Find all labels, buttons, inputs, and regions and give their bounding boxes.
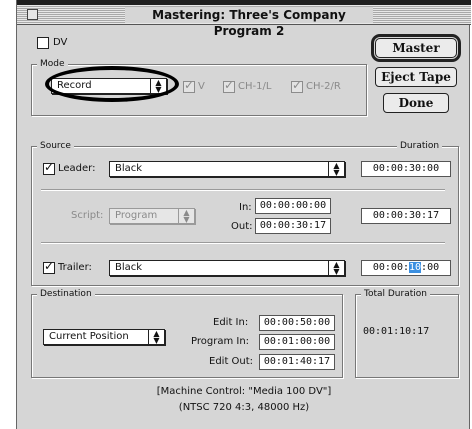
- dv-checkbox[interactable]: [37, 37, 49, 49]
- mode-group-title: Mode: [37, 59, 68, 69]
- master-button[interactable]: Master: [371, 34, 461, 62]
- annotation-ellipse: [45, 66, 179, 102]
- script-label: Script:: [71, 210, 104, 221]
- divider: [41, 242, 445, 244]
- leader-popup-value: Black: [115, 163, 143, 174]
- edit-in-label: Edit In:: [213, 317, 249, 328]
- program-in-field[interactable]: 00:01:00:00: [259, 334, 335, 350]
- out-point-field[interactable]: 00:00:30:17: [255, 218, 331, 234]
- channel-v-label: V: [198, 81, 205, 92]
- in-label: In:: [239, 202, 252, 213]
- destination-group-title: Destination: [37, 289, 95, 299]
- machine-control-text: [Machine Control: "Media 100 DV"]: [156, 386, 332, 397]
- popup-arrows-icon: ▲ ▼: [328, 162, 344, 177]
- leader-popup[interactable]: Black ▲ ▼: [109, 161, 345, 177]
- dv-label: DV: [53, 37, 68, 48]
- in-point-field[interactable]: 00:00:00:00: [255, 198, 331, 214]
- trailer-label: Trailer:: [58, 262, 92, 273]
- script-popup-value: Program: [115, 210, 158, 221]
- trailer-checkbox[interactable]: [43, 259, 55, 274]
- done-button[interactable]: Done: [383, 93, 449, 113]
- edit-out-field[interactable]: 00:01:40:17: [259, 354, 335, 370]
- close-box-icon[interactable]: [27, 9, 38, 20]
- total-duration-title: Total Duration: [361, 289, 430, 299]
- divider: [41, 189, 445, 191]
- edit-out-label: Edit Out:: [209, 356, 254, 367]
- trailer-popup[interactable]: Black ▲ ▼: [109, 260, 345, 276]
- trailer-popup-value: Black: [115, 262, 143, 273]
- edit-in-field[interactable]: 00:00:50:00: [259, 315, 335, 331]
- window-title: Mastering: Three's Company Program 2: [125, 7, 373, 38]
- out-label: Out:: [231, 221, 253, 232]
- trailer-duration-prefix: 00:00:: [372, 262, 409, 273]
- channel-1-label: CH-1/L: [238, 81, 272, 92]
- title-bar[interactable]: Mastering: Three's Company Program 2: [17, 5, 471, 38]
- popup-arrows-icon: ▲ ▼: [148, 330, 164, 345]
- popup-arrows-icon: ▲ ▼: [328, 261, 344, 276]
- format-text: (NTSC 720 4:3, 48000 Hz): [178, 402, 310, 413]
- script-popup[interactable]: Program ▲ ▼: [109, 208, 195, 224]
- eject-tape-button[interactable]: Eject Tape: [375, 67, 457, 87]
- channel-v-checkbox[interactable]: [183, 78, 195, 93]
- destination-popup[interactable]: Current Position ▲ ▼: [43, 329, 165, 345]
- trailer-duration-field[interactable]: 00:00:10:00: [361, 260, 451, 276]
- mastering-dialog: Mastering: Three's Company Program 2 DV …: [16, 0, 471, 429]
- leader-label: Leader:: [58, 163, 96, 174]
- destination-popup-value: Current Position: [49, 331, 129, 342]
- leader-duration-field[interactable]: 00:00:30:00: [361, 161, 451, 177]
- channel-2-label: CH-2/R: [306, 81, 341, 92]
- program-in-label: Program In:: [191, 336, 250, 347]
- channel-1-checkbox[interactable]: [223, 78, 235, 93]
- leader-checkbox[interactable]: [43, 160, 55, 175]
- trailer-duration-suffix: :00: [421, 262, 440, 273]
- source-group-title: Source: [37, 141, 74, 151]
- script-duration-field[interactable]: 00:00:30:17: [361, 208, 451, 224]
- popup-arrows-icon: ▲ ▼: [178, 209, 194, 224]
- channel-2-checkbox[interactable]: [291, 78, 303, 93]
- duration-header: Duration: [397, 141, 443, 151]
- total-duration-value: 00:01:10:17: [363, 326, 430, 337]
- trailer-duration-selected: 10: [409, 262, 422, 273]
